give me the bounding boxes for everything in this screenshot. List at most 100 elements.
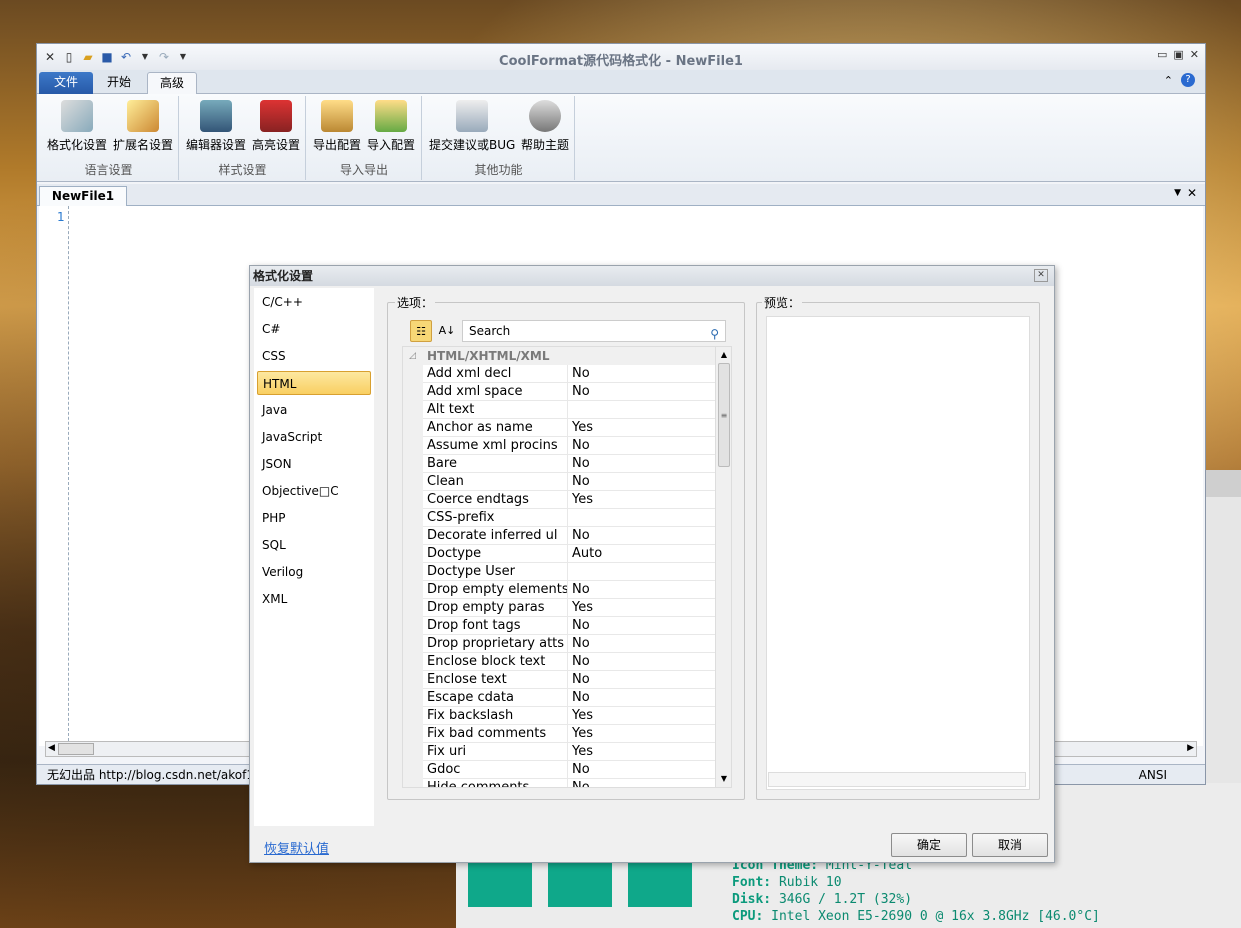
language-item-selected[interactable]: HTML: [257, 371, 371, 395]
property-value[interactable]: No: [567, 383, 715, 401]
property-row[interactable]: Add xml space No: [403, 383, 715, 401]
cancel-button[interactable]: 取消: [972, 833, 1048, 857]
dialog-title[interactable]: 格式化设置: [250, 266, 1054, 286]
preview-horizontal-scrollbar[interactable]: [768, 772, 1026, 787]
language-item[interactable]: Objective□C: [257, 479, 371, 503]
property-value[interactable]: No: [567, 653, 715, 671]
scroll-down-icon[interactable]: ▼: [718, 773, 730, 785]
language-item[interactable]: CSS: [257, 344, 371, 368]
property-row[interactable]: Drop empty paras Yes: [403, 599, 715, 617]
property-row[interactable]: Drop proprietary atts No: [403, 635, 715, 653]
property-value[interactable]: No: [567, 581, 715, 599]
property-search-input[interactable]: Search ⚲: [462, 320, 726, 342]
property-value[interactable]: No: [567, 617, 715, 635]
property-grid-scrollbar[interactable]: ▲ ≡ ▼: [715, 347, 731, 787]
property-row[interactable]: Fix backslash Yes: [403, 707, 715, 725]
property-row[interactable]: Hide comments No: [403, 779, 715, 787]
property-row[interactable]: Bare No: [403, 455, 715, 473]
property-value[interactable]: [567, 563, 715, 581]
property-value[interactable]: Auto: [567, 545, 715, 563]
property-row[interactable]: Decorate inferred ul No: [403, 527, 715, 545]
property-value[interactable]: Yes: [567, 707, 715, 725]
property-value[interactable]: No: [567, 779, 715, 787]
search-icon[interactable]: ⚲: [710, 324, 719, 344]
property-row[interactable]: Doctype User: [403, 563, 715, 581]
collapse-ribbon-icon[interactable]: ⌃: [1164, 74, 1173, 87]
property-row[interactable]: Enclose text No: [403, 671, 715, 689]
property-row[interactable]: Drop empty elements No: [403, 581, 715, 599]
language-item[interactable]: C#: [257, 317, 371, 341]
property-row[interactable]: CSS-prefix: [403, 509, 715, 527]
editor-settings-button[interactable]: 编辑器设置: [186, 100, 246, 153]
format-settings-button[interactable]: 格式化设置: [47, 100, 107, 153]
property-row[interactable]: Fix bad comments Yes: [403, 725, 715, 743]
property-value[interactable]: No: [567, 473, 715, 491]
restore-defaults-link[interactable]: 恢复默认值: [264, 838, 329, 857]
scroll-up-icon[interactable]: ▲: [718, 349, 730, 361]
extension-settings-button[interactable]: 扩展名设置: [113, 100, 173, 153]
language-item[interactable]: JavaScript: [257, 425, 371, 449]
property-value[interactable]: No: [567, 671, 715, 689]
language-item[interactable]: PHP: [257, 506, 371, 530]
property-row[interactable]: Anchor as name Yes: [403, 419, 715, 437]
property-row[interactable]: Drop font tags No: [403, 617, 715, 635]
language-item[interactable]: Java: [257, 398, 371, 422]
dialog-close-icon[interactable]: ✕: [1034, 269, 1048, 282]
sort-alphabetical-icon[interactable]: A↓: [436, 320, 458, 342]
scroll-thumb[interactable]: ≡: [718, 363, 730, 467]
collapse-triangle-icon[interactable]: ◿: [409, 347, 416, 365]
import-config-button[interactable]: 导入配置: [367, 100, 415, 153]
property-row[interactable]: Clean No: [403, 473, 715, 491]
property-value[interactable]: No: [567, 527, 715, 545]
tab-file[interactable]: 文件: [39, 72, 93, 94]
property-value[interactable]: No: [567, 437, 715, 455]
property-row[interactable]: Escape cdata No: [403, 689, 715, 707]
property-row[interactable]: Gdoc No: [403, 761, 715, 779]
property-row[interactable]: Coerce endtags Yes: [403, 491, 715, 509]
minimize-icon[interactable]: ▭: [1157, 48, 1167, 61]
property-value[interactable]: [567, 509, 715, 527]
language-item[interactable]: Verilog: [257, 560, 371, 584]
title-bar[interactable]: ✕ ▯ ▰ ■ ↶ ▼ ↷ ▼ CoolFormat源代码格式化 - NewFi…: [37, 44, 1205, 70]
property-value[interactable]: Yes: [567, 599, 715, 617]
property-value[interactable]: Yes: [567, 491, 715, 509]
categorized-view-icon[interactable]: ☷: [410, 320, 432, 342]
property-value[interactable]: [567, 401, 715, 419]
submit-bug-button[interactable]: 提交建议或BUG: [429, 100, 515, 153]
property-value[interactable]: No: [567, 365, 715, 383]
scroll-left-icon[interactable]: ◀: [48, 743, 55, 753]
language-item[interactable]: SQL: [257, 533, 371, 557]
tab-list-dropdown-icon[interactable]: ▼: [1174, 188, 1181, 198]
ok-button[interactable]: 确定: [891, 833, 967, 857]
language-item[interactable]: XML: [257, 587, 371, 611]
property-row[interactable]: Doctype Auto: [403, 545, 715, 563]
tab-advanced[interactable]: 高级: [147, 72, 197, 94]
language-item[interactable]: JSON: [257, 452, 371, 476]
property-value[interactable]: No: [567, 689, 715, 707]
property-value[interactable]: Yes: [567, 419, 715, 437]
property-row[interactable]: Add xml decl No: [403, 365, 715, 383]
property-category[interactable]: ◿ HTML/XHTML/XML: [403, 347, 715, 365]
tab-start[interactable]: 开始: [97, 72, 141, 94]
highlight-settings-button[interactable]: 高亮设置: [252, 100, 300, 153]
property-value[interactable]: Yes: [567, 725, 715, 743]
property-value[interactable]: Yes: [567, 743, 715, 761]
property-value[interactable]: No: [567, 455, 715, 473]
property-row[interactable]: Alt text: [403, 401, 715, 419]
doc-tab-newfile1[interactable]: NewFile1: [39, 186, 127, 206]
scroll-right-icon[interactable]: ▶: [1187, 743, 1194, 753]
preview-area[interactable]: [766, 316, 1030, 790]
maximize-icon[interactable]: ▣: [1173, 48, 1183, 61]
scroll-thumb[interactable]: [58, 743, 94, 755]
close-doc-icon[interactable]: ✕: [1187, 186, 1197, 200]
help-topics-button[interactable]: 帮助主题: [521, 100, 569, 153]
property-value[interactable]: No: [567, 635, 715, 653]
property-row[interactable]: Fix uri Yes: [403, 743, 715, 761]
help-icon[interactable]: ?: [1181, 73, 1195, 87]
close-icon[interactable]: ✕: [1190, 48, 1199, 61]
property-row[interactable]: Enclose block text No: [403, 653, 715, 671]
property-row[interactable]: Assume xml procins No: [403, 437, 715, 455]
language-item[interactable]: C/C++: [257, 290, 371, 314]
property-value[interactable]: No: [567, 761, 715, 779]
export-config-button[interactable]: 导出配置: [313, 100, 361, 153]
